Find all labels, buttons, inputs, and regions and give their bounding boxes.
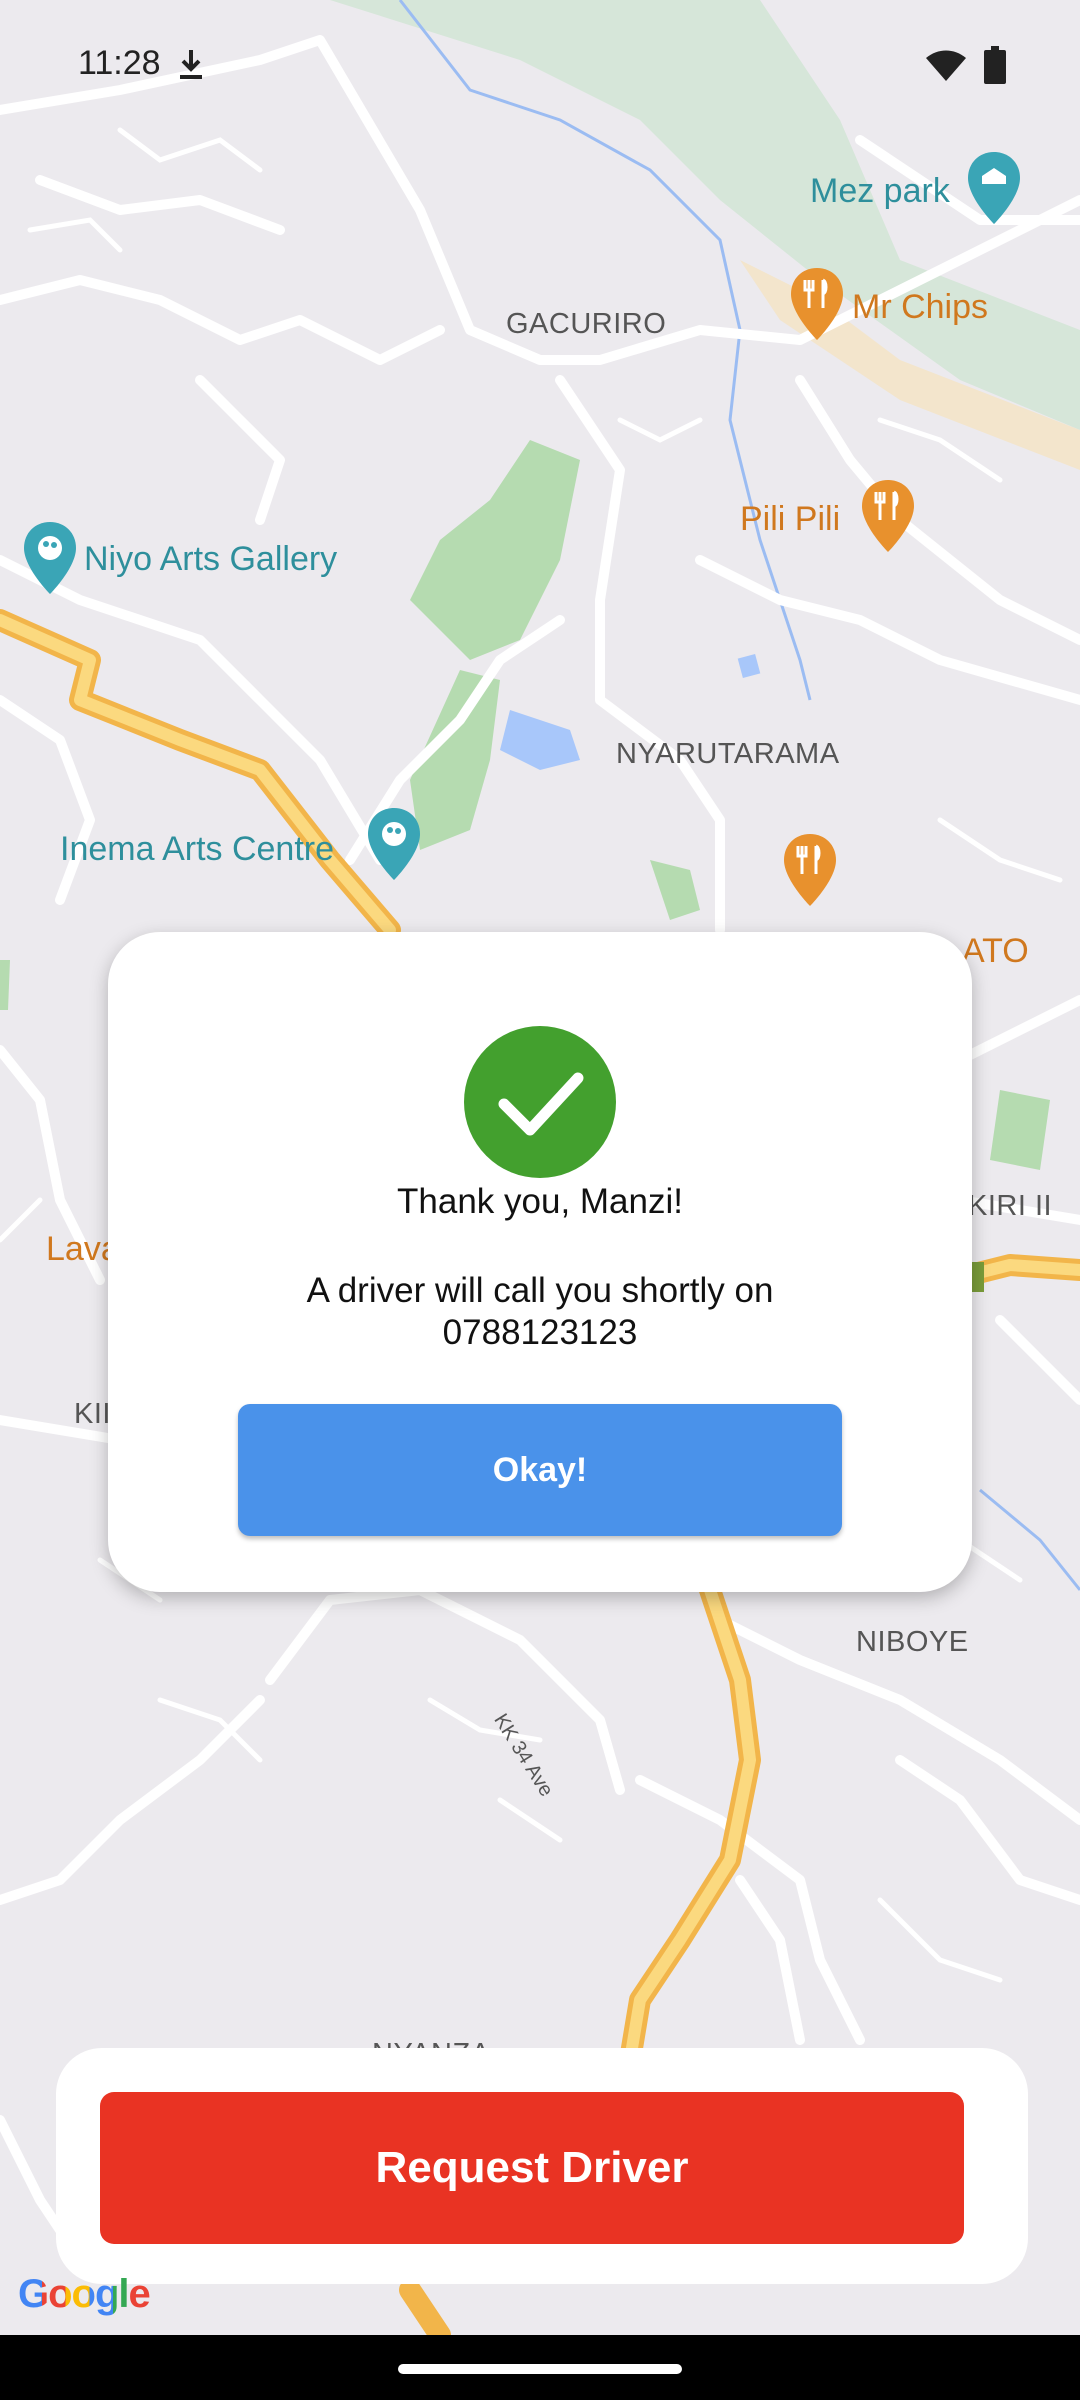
confirmation-dialog: Thank you, Manzi! A driver will call you… [108,932,972,1592]
poi-label-pili-pili[interactable]: Pili Pili [740,500,840,539]
gallery-pin-icon[interactable] [366,806,422,882]
park-pin-icon[interactable] [966,150,1022,226]
wifi-icon [926,50,966,81]
restaurant-pin-icon[interactable] [860,478,916,554]
okay-button[interactable]: Okay! [238,1404,842,1536]
poi-label-ato[interactable]: ATO [962,932,1029,971]
restaurant-pin-icon[interactable] [789,266,845,342]
poi-label-mr-chips[interactable]: Mr Chips [852,288,988,327]
home-gesture-handle[interactable] [398,2364,682,2374]
restaurant-pin-icon[interactable] [782,832,838,908]
area-label-nyarutarama: NYARUTARAMA [616,738,840,770]
dialog-title: Thank you, Manzi! [397,1182,683,1221]
area-label-ki: KII [74,1398,111,1430]
status-time: 11:28 [78,44,161,82]
battery-icon [984,46,1006,84]
request-driver-button[interactable]: Request Driver [100,2092,964,2244]
poi-label-inema-arts[interactable]: Inema Arts Centre [60,830,334,869]
success-badge [464,1026,616,1178]
poi-label-mez-park[interactable]: Mez park [810,172,950,211]
poi-label-niyo-arts[interactable]: Niyo Arts Gallery [84,540,337,579]
download-icon [180,50,202,79]
check-icon [498,1072,584,1136]
area-label-gacuriro: GACURIRO [506,308,667,340]
area-label-kiri: KIRI II [968,1190,1053,1222]
dialog-phone-number: 0788123123 [442,1313,638,1352]
google-logo: Google [18,2272,151,2317]
area-label-niboye: NIBOYE [856,1626,969,1658]
status-bar: 11:28 [0,0,1080,130]
gallery-pin-icon[interactable] [22,520,78,596]
dialog-message-line1: A driver will call you shortly on [306,1271,774,1310]
google-logo-text: Google [18,2272,151,2316]
dialog-message: A driver will call you shortly on 078812… [258,1270,822,1354]
